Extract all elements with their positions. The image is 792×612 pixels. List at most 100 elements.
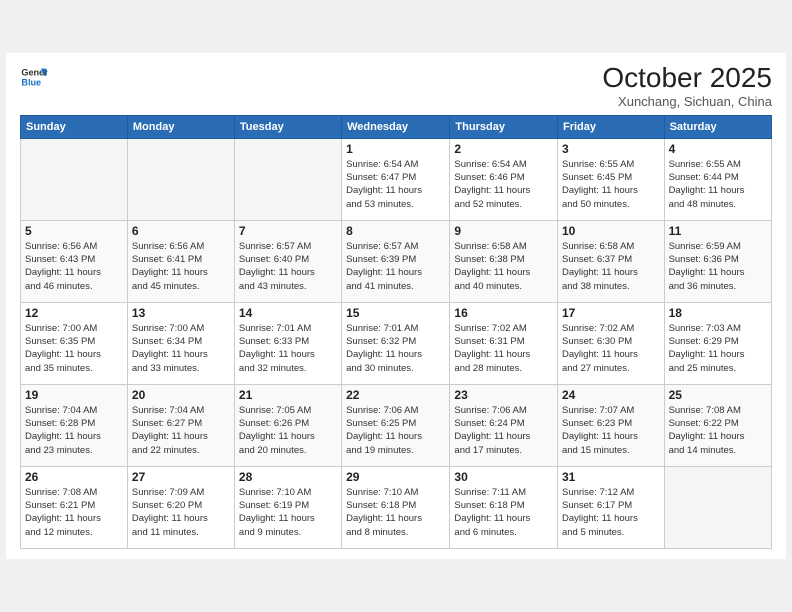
day-info: Sunrise: 7:02 AM Sunset: 6:30 PM Dayligh… (562, 322, 660, 375)
day-number: 19 (25, 388, 123, 402)
calendar-day-cell: 27 Sunrise: 7:09 AM Sunset: 6:20 PM Dayli… (127, 466, 234, 548)
day-number: 4 (669, 142, 767, 156)
day-number: 3 (562, 142, 660, 156)
day-info: Sunrise: 7:05 AM Sunset: 6:26 PM Dayligh… (239, 404, 337, 457)
calendar-day-cell: 22 Sunrise: 7:06 AM Sunset: 6:25 PM Dayli… (342, 384, 450, 466)
day-number: 28 (239, 470, 337, 484)
calendar-day-cell: 8 Sunrise: 6:57 AM Sunset: 6:39 PM Daylig… (342, 220, 450, 302)
day-info: Sunrise: 7:09 AM Sunset: 6:20 PM Dayligh… (132, 486, 230, 539)
calendar-day-cell: 9Sunrise: 6:58 AM Sunset: 6:38 PM Daylig… (450, 220, 558, 302)
weekday-header: Monday (127, 115, 234, 138)
calendar-day-cell: 17Sunrise: 7:02 AM Sunset: 6:30 PM Dayli… (557, 302, 664, 384)
calendar-day-cell: 26 Sunrise: 7:08 AM Sunset: 6:21 PM Dayli… (21, 466, 128, 548)
calendar-week-row: 19 Sunrise: 7:04 AM Sunset: 6:28 PM Dayli… (21, 384, 772, 466)
weekday-header: Saturday (664, 115, 771, 138)
location: Xunchang, Sichuan, China (602, 94, 772, 109)
day-number: 21 (239, 388, 337, 402)
weekday-header: Tuesday (234, 115, 341, 138)
calendar-day-cell: 30 Sunrise: 7:11 AM Sunset: 6:18 PM Dayli… (450, 466, 558, 548)
calendar-week-row: 1 Sunrise: 6:54 AM Sunset: 6:47 PM Daylig… (21, 138, 772, 220)
title-block: October 2025 Xunchang, Sichuan, China (602, 63, 772, 109)
day-number: 24 (562, 388, 660, 402)
weekday-header: Thursday (450, 115, 558, 138)
day-info: Sunrise: 7:04 AM Sunset: 6:27 PM Dayligh… (132, 404, 230, 457)
calendar-day-cell: 19 Sunrise: 7:04 AM Sunset: 6:28 PM Dayli… (21, 384, 128, 466)
calendar-day-cell: 5 Sunrise: 6:56 AM Sunset: 6:43 PM Daylig… (21, 220, 128, 302)
day-number: 1 (346, 142, 445, 156)
calendar-day-cell: 23 Sunrise: 7:06 AM Sunset: 6:24 PM Dayli… (450, 384, 558, 466)
calendar-day-cell: 7 Sunrise: 6:57 AM Sunset: 6:40 PM Daylig… (234, 220, 341, 302)
day-info: Sunrise: 7:00 AM Sunset: 6:34 PM Dayligh… (132, 322, 230, 375)
month-title: October 2025 (602, 63, 772, 94)
day-number: 16 (454, 306, 553, 320)
calendar-day-cell (127, 138, 234, 220)
day-info: Sunrise: 7:12 AM Sunset: 6:17 PM Dayligh… (562, 486, 660, 539)
calendar-container: General Blue October 2025 Xunchang, Sich… (6, 53, 786, 559)
day-number: 30 (454, 470, 553, 484)
calendar-day-cell: 21 Sunrise: 7:05 AM Sunset: 6:26 PM Dayli… (234, 384, 341, 466)
day-number: 26 (25, 470, 123, 484)
day-info: Sunrise: 7:00 AM Sunset: 6:35 PM Dayligh… (25, 322, 123, 375)
calendar-day-cell: 15Sunrise: 7:01 AM Sunset: 6:32 PM Dayli… (342, 302, 450, 384)
calendar-day-cell: 16Sunrise: 7:02 AM Sunset: 6:31 PM Dayli… (450, 302, 558, 384)
day-info: Sunrise: 7:06 AM Sunset: 6:25 PM Dayligh… (346, 404, 445, 457)
day-number: 27 (132, 470, 230, 484)
calendar-day-cell: 31Sunrise: 7:12 AM Sunset: 6:17 PM Dayli… (557, 466, 664, 548)
calendar-day-cell: 4 Sunrise: 6:55 AM Sunset: 6:44 PM Daylig… (664, 138, 771, 220)
day-info: Sunrise: 7:01 AM Sunset: 6:33 PM Dayligh… (239, 322, 337, 375)
day-info: Sunrise: 7:08 AM Sunset: 6:21 PM Dayligh… (25, 486, 123, 539)
weekday-header-row: SundayMondayTuesdayWednesdayThursdayFrid… (21, 115, 772, 138)
day-number: 25 (669, 388, 767, 402)
day-info: Sunrise: 6:57 AM Sunset: 6:40 PM Dayligh… (239, 240, 337, 293)
day-info: Sunrise: 7:04 AM Sunset: 6:28 PM Dayligh… (25, 404, 123, 457)
day-number: 18 (669, 306, 767, 320)
calendar-day-cell: 1 Sunrise: 6:54 AM Sunset: 6:47 PM Daylig… (342, 138, 450, 220)
day-info: Sunrise: 6:55 AM Sunset: 6:44 PM Dayligh… (669, 158, 767, 211)
calendar-day-cell: 6 Sunrise: 6:56 AM Sunset: 6:41 PM Daylig… (127, 220, 234, 302)
day-info: Sunrise: 7:03 AM Sunset: 6:29 PM Dayligh… (669, 322, 767, 375)
day-number: 23 (454, 388, 553, 402)
day-number: 14 (239, 306, 337, 320)
day-number: 2 (454, 142, 553, 156)
day-number: 9 (454, 224, 553, 238)
calendar-day-cell: 13Sunrise: 7:00 AM Sunset: 6:34 PM Dayli… (127, 302, 234, 384)
day-info: Sunrise: 6:54 AM Sunset: 6:47 PM Dayligh… (346, 158, 445, 211)
calendar-week-row: 5 Sunrise: 6:56 AM Sunset: 6:43 PM Daylig… (21, 220, 772, 302)
calendar-day-cell: 10Sunrise: 6:58 AM Sunset: 6:37 PM Dayli… (557, 220, 664, 302)
day-number: 7 (239, 224, 337, 238)
day-info: Sunrise: 7:07 AM Sunset: 6:23 PM Dayligh… (562, 404, 660, 457)
day-number: 5 (25, 224, 123, 238)
day-number: 15 (346, 306, 445, 320)
calendar-grid: SundayMondayTuesdayWednesdayThursdayFrid… (20, 115, 772, 549)
calendar-week-row: 26 Sunrise: 7:08 AM Sunset: 6:21 PM Dayli… (21, 466, 772, 548)
logo: General Blue (20, 63, 48, 91)
day-number: 11 (669, 224, 767, 238)
day-info: Sunrise: 7:08 AM Sunset: 6:22 PM Dayligh… (669, 404, 767, 457)
day-info: Sunrise: 7:11 AM Sunset: 6:18 PM Dayligh… (454, 486, 553, 539)
day-number: 6 (132, 224, 230, 238)
day-number: 8 (346, 224, 445, 238)
calendar-day-cell: 25 Sunrise: 7:08 AM Sunset: 6:22 PM Dayli… (664, 384, 771, 466)
logo-icon: General Blue (20, 63, 48, 91)
day-info: Sunrise: 7:10 AM Sunset: 6:19 PM Dayligh… (239, 486, 337, 539)
calendar-day-cell (21, 138, 128, 220)
calendar-day-cell: 20 Sunrise: 7:04 AM Sunset: 6:27 PM Dayli… (127, 384, 234, 466)
svg-text:Blue: Blue (21, 77, 41, 87)
weekday-header: Sunday (21, 115, 128, 138)
day-number: 22 (346, 388, 445, 402)
day-number: 29 (346, 470, 445, 484)
day-info: Sunrise: 7:10 AM Sunset: 6:18 PM Dayligh… (346, 486, 445, 539)
calendar-day-cell: 14 Sunrise: 7:01 AM Sunset: 6:33 PM Dayli… (234, 302, 341, 384)
calendar-header: General Blue October 2025 Xunchang, Sich… (20, 63, 772, 109)
calendar-day-cell: 12Sunrise: 7:00 AM Sunset: 6:35 PM Dayli… (21, 302, 128, 384)
day-info: Sunrise: 6:56 AM Sunset: 6:41 PM Dayligh… (132, 240, 230, 293)
day-number: 10 (562, 224, 660, 238)
day-info: Sunrise: 6:56 AM Sunset: 6:43 PM Dayligh… (25, 240, 123, 293)
calendar-day-cell (664, 466, 771, 548)
day-info: Sunrise: 7:06 AM Sunset: 6:24 PM Dayligh… (454, 404, 553, 457)
day-info: Sunrise: 6:59 AM Sunset: 6:36 PM Dayligh… (669, 240, 767, 293)
day-info: Sunrise: 6:57 AM Sunset: 6:39 PM Dayligh… (346, 240, 445, 293)
day-number: 20 (132, 388, 230, 402)
calendar-day-cell: 29 Sunrise: 7:10 AM Sunset: 6:18 PM Dayli… (342, 466, 450, 548)
calendar-day-cell: 2Sunrise: 6:54 AM Sunset: 6:46 PM Daylig… (450, 138, 558, 220)
